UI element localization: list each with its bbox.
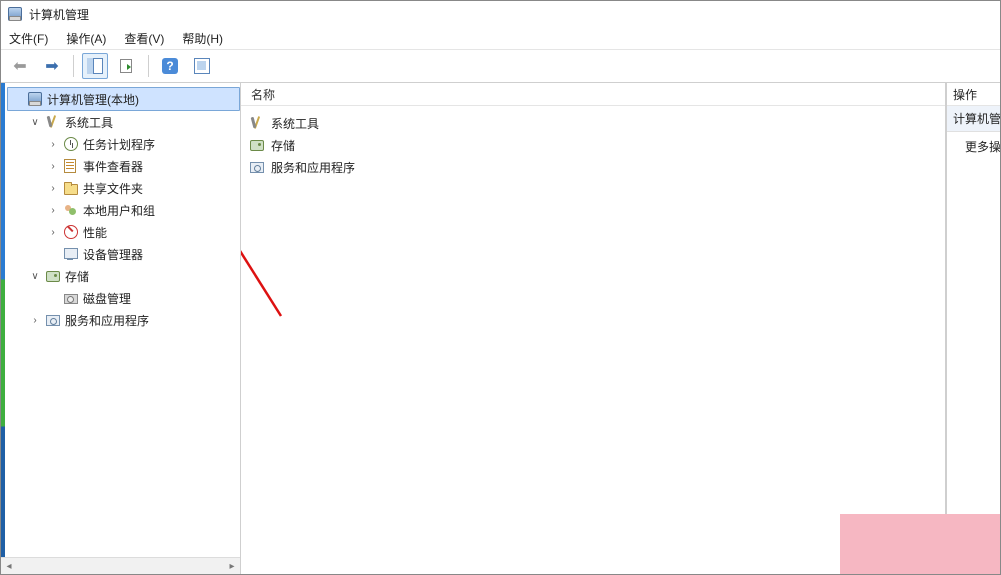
tree-node-device-manager[interactable]: 设备管理器 bbox=[43, 243, 240, 265]
shared-folder-icon bbox=[63, 180, 79, 196]
scroll-left-icon[interactable]: ◂ bbox=[1, 558, 17, 574]
list-item[interactable]: 服务和应用程序 bbox=[249, 156, 937, 178]
tree-node-task-scheduler[interactable]: › 任务计划程序 bbox=[43, 133, 240, 155]
tree-label: 存储 bbox=[65, 268, 89, 285]
actions-header-label: 操作 bbox=[953, 86, 977, 103]
tree-label: 服务和应用程序 bbox=[65, 312, 149, 329]
tree-label: 任务计划程序 bbox=[83, 136, 155, 153]
tree-label: 事件查看器 bbox=[83, 158, 143, 175]
performance-icon bbox=[63, 224, 79, 240]
tree-node-system-tools[interactable]: ∨ 系统工具 bbox=[25, 111, 240, 133]
actions-pane: 操作 计算机管理(本地) 更多操作 bbox=[946, 83, 1000, 574]
actions-pane-header: 操作 bbox=[947, 83, 1000, 106]
list-column-header-name[interactable]: 名称 bbox=[241, 83, 945, 106]
menubar: 文件(F) 操作(A) 查看(V) 帮助(H) bbox=[1, 27, 1000, 50]
list-item-label: 系统工具 bbox=[271, 115, 319, 132]
tree-node-shared-folders[interactable]: › 共享文件夹 bbox=[43, 177, 240, 199]
services-icon bbox=[249, 159, 265, 175]
tree-node-disk-management[interactable]: 磁盘管理 bbox=[43, 287, 240, 309]
tree-node-storage[interactable]: ∨ 存储 bbox=[25, 265, 240, 287]
expander-icon[interactable]: › bbox=[47, 138, 59, 150]
tree-label: 磁盘管理 bbox=[83, 290, 131, 307]
two-pane-icon bbox=[87, 58, 103, 74]
menu-file[interactable]: 文件(F) bbox=[9, 30, 48, 47]
expander-icon[interactable]: › bbox=[29, 314, 41, 326]
tools-icon bbox=[45, 114, 61, 130]
menu-view[interactable]: 查看(V) bbox=[124, 30, 164, 47]
window-title: 计算机管理 bbox=[29, 6, 89, 23]
list-item-label: 服务和应用程序 bbox=[271, 159, 355, 176]
help-icon bbox=[162, 58, 178, 74]
clock-icon bbox=[63, 136, 79, 152]
list-item-label: 存储 bbox=[271, 137, 295, 154]
list-body: 系统工具 存储 服务和应用程序 bbox=[241, 106, 945, 574]
nav-forward-button[interactable]: ➡ bbox=[39, 53, 65, 79]
toolbar-separator bbox=[148, 55, 149, 77]
tree-label: 本地用户和组 bbox=[83, 202, 155, 219]
list-header-label: 名称 bbox=[251, 86, 275, 103]
expander-icon[interactable]: ∨ bbox=[29, 270, 41, 282]
tools-icon bbox=[249, 115, 265, 131]
actions-more[interactable]: 更多操作 bbox=[947, 132, 1000, 161]
list-item[interactable]: 系统工具 bbox=[249, 112, 937, 134]
tree-root[interactable]: 计算机管理(本地) bbox=[7, 87, 240, 111]
app-window: 计算机管理 文件(F) 操作(A) 查看(V) 帮助(H) ⬅ ➡ bbox=[0, 0, 1001, 575]
arrow-right-icon: ➡ bbox=[45, 56, 58, 76]
help-button[interactable] bbox=[157, 53, 183, 79]
titlebar: 计算机管理 bbox=[1, 1, 1000, 27]
tree-label: 设备管理器 bbox=[83, 246, 143, 263]
scroll-right-icon[interactable]: ▸ bbox=[224, 558, 240, 574]
actions-section-title: 计算机管理(本地) bbox=[947, 106, 1000, 132]
expander-icon[interactable]: › bbox=[47, 160, 59, 172]
storage-icon bbox=[249, 137, 265, 153]
expander-icon[interactable]: › bbox=[47, 204, 59, 216]
tree-node-event-viewer[interactable]: › 事件查看器 bbox=[43, 155, 240, 177]
tree-node-performance[interactable]: › 性能 bbox=[43, 221, 240, 243]
expander-icon[interactable]: › bbox=[47, 182, 59, 194]
tree-label: 系统工具 bbox=[65, 114, 113, 131]
tree-pane: 计算机管理(本地) ∨ 系统工具 › bbox=[1, 83, 241, 574]
expander-icon[interactable]: ∨ bbox=[29, 116, 41, 128]
actions-more-label: 更多操作 bbox=[965, 140, 1000, 154]
device-manager-icon bbox=[63, 246, 79, 262]
disk-icon bbox=[63, 290, 79, 306]
body: 计算机管理(本地) ∨ 系统工具 › bbox=[1, 83, 1000, 574]
list-pane: 名称 系统工具 存储 服务和应用程序 bbox=[241, 83, 946, 574]
tree-horizontal-scrollbar[interactable]: ◂ ▸ bbox=[1, 557, 240, 574]
computer-mgmt-icon bbox=[27, 91, 43, 107]
expander-icon[interactable]: › bbox=[47, 226, 59, 238]
services-icon bbox=[45, 312, 61, 328]
show-hide-tree-button[interactable] bbox=[82, 53, 108, 79]
export-icon bbox=[119, 58, 135, 74]
tree-label: 性能 bbox=[83, 224, 107, 241]
action-pane-icon bbox=[194, 58, 210, 74]
arrow-left-icon: ⬅ bbox=[13, 56, 26, 76]
menu-help[interactable]: 帮助(H) bbox=[182, 30, 223, 47]
tree-label: 共享文件夹 bbox=[83, 180, 143, 197]
menu-action[interactable]: 操作(A) bbox=[66, 30, 106, 47]
annotation-overlay-box bbox=[840, 514, 1000, 574]
event-log-icon bbox=[63, 158, 79, 174]
app-icon bbox=[7, 6, 23, 22]
tree-node-services-apps[interactable]: › 服务和应用程序 bbox=[25, 309, 240, 331]
list-item[interactable]: 存储 bbox=[249, 134, 937, 156]
actions-section-title-label: 计算机管理(本地) bbox=[953, 112, 1000, 126]
tree-root-label: 计算机管理(本地) bbox=[47, 91, 139, 108]
storage-icon bbox=[45, 268, 61, 284]
toolbar: ⬅ ➡ bbox=[1, 50, 1000, 83]
export-list-button[interactable] bbox=[114, 53, 140, 79]
show-hide-action-pane-button[interactable] bbox=[189, 53, 215, 79]
users-groups-icon bbox=[63, 202, 79, 218]
toolbar-separator bbox=[73, 55, 74, 77]
nav-back-button[interactable]: ⬅ bbox=[7, 53, 33, 79]
tree-node-local-users-groups[interactable]: › 本地用户和组 bbox=[43, 199, 240, 221]
